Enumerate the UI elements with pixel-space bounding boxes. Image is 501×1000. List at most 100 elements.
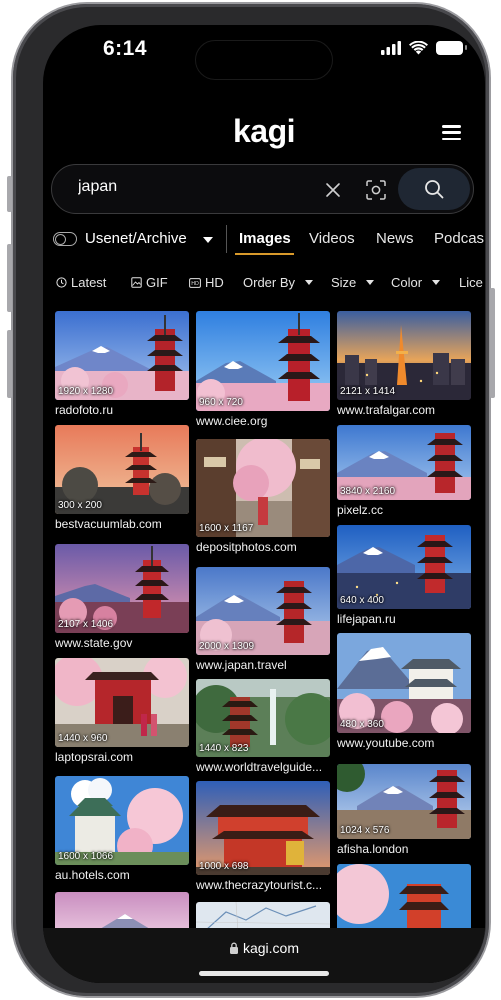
image-thumbnail: 1024 x 576	[337, 764, 471, 839]
pagoda-blossom-image	[337, 864, 471, 928]
chevron-down-icon	[366, 280, 375, 285]
image-thumbnail: 480 x 360	[337, 633, 471, 733]
image-dimensions: 480 x 360	[340, 719, 384, 730]
image-result[interactable]: 300 x 200 bestvacuumlab.com	[55, 425, 189, 531]
filter-license[interactable]: Lice	[459, 275, 483, 290]
filter-order-by[interactable]: Order By	[243, 275, 314, 290]
image-dimensions: 3840 x 2160	[340, 486, 396, 497]
image-source: www.ciee.org	[196, 414, 268, 428]
image-result[interactable]: 2121 x 1414 www.trafalgar.com	[337, 311, 471, 417]
chevron-down-icon	[305, 280, 314, 285]
image-result[interactable]: 2107 x 1406 www.state.gov	[55, 544, 189, 650]
image-thumbnail: 1000 x 698	[196, 781, 330, 875]
image-source: www.state.gov	[55, 636, 133, 650]
chevron-down-icon	[432, 280, 441, 285]
wifi-icon	[409, 41, 428, 55]
image-dimensions: 1024 x 576	[340, 825, 390, 836]
volume-up-button	[7, 244, 12, 312]
himeji-castle-image	[337, 633, 471, 733]
search-input[interactable]	[78, 178, 298, 196]
image-dimensions: 1440 x 823	[199, 743, 249, 754]
image-source: radofoto.ru	[55, 403, 114, 417]
tab-images[interactable]: Images	[239, 230, 291, 247]
image-result[interactable]: 1440 x 960 laptopsrai.com	[55, 658, 189, 764]
usenet-archive-dropdown[interactable]: Usenet/Archive	[85, 230, 187, 247]
clear-icon[interactable]	[324, 181, 342, 199]
image-result[interactable]: 1440 x 823 www.worldtravelguide...	[196, 679, 330, 774]
filter-size[interactable]: Size	[331, 275, 375, 290]
image-result[interactable]: 640 x 400 lifejapan.ru	[337, 525, 471, 626]
volume-down-button	[7, 330, 12, 398]
hd-icon: HD	[189, 277, 201, 288]
filter-gif-label: GIF	[146, 275, 168, 290]
image-source: lifejapan.ru	[337, 612, 396, 626]
clock-icon	[56, 277, 67, 288]
status-icons	[381, 41, 467, 55]
image-result[interactable]: 1024 x 576 afisha.london	[337, 764, 471, 856]
image-dimensions: 1600 x 1167	[199, 523, 254, 534]
image-search-icon[interactable]	[366, 180, 386, 200]
image-result[interactable]: 480 x 360 www.youtube.com	[337, 633, 471, 750]
home-indicator[interactable]	[199, 971, 329, 976]
tab-podcasts[interactable]: Podcas	[434, 230, 484, 247]
image-result[interactable]: 1600 x 1167 depositphotos.com	[196, 439, 330, 554]
image-thumbnail: 1600 x 1167	[196, 439, 330, 537]
fuji-sky-image	[55, 892, 189, 928]
image-dimensions: 2000 x 1309	[199, 641, 255, 652]
gif-icon	[131, 277, 142, 288]
image-result[interactable]	[337, 864, 471, 928]
fuji-pagoda-image	[196, 311, 330, 411]
image-result[interactable]	[55, 892, 189, 928]
search-button[interactable]	[398, 168, 470, 210]
tab-news[interactable]: News	[376, 230, 414, 247]
filter-order-by-label: Order By	[243, 275, 296, 290]
image-result[interactable]: 1920 x 1280 radofoto.ru	[55, 311, 189, 417]
image-dimensions: 2107 x 1406	[58, 619, 114, 630]
hamburger-menu-icon[interactable]	[442, 125, 461, 140]
dynamic-island	[195, 40, 333, 80]
tab-videos[interactable]: Videos	[309, 230, 355, 247]
image-thumbnail: 640 x 400	[337, 525, 471, 609]
image-dimensions: 960 x 720	[199, 397, 243, 408]
filter-latest-label: Latest	[71, 275, 107, 290]
battery-icon	[436, 41, 467, 55]
action-button	[7, 176, 12, 212]
image-thumbnail: 2000 x 1309	[196, 567, 330, 655]
image-dimensions: 640 x 400	[340, 595, 384, 606]
image-thumbnail: 2121 x 1414	[337, 311, 471, 400]
image-source: pixelz.cc	[337, 503, 384, 517]
kagi-logo[interactable]: kagi	[43, 113, 485, 150]
tab-divider	[226, 225, 227, 253]
image-result[interactable]: 2000 x 1309 www.japan.travel	[196, 567, 330, 672]
kagi-app: kagi japan Usenet/Archive Images Videos …	[43, 93, 485, 928]
screen: 6:14 kagi japan Usenet/Archive Images Vi…	[43, 25, 485, 983]
browser-address-bar[interactable]: kagi.com	[43, 928, 485, 983]
image-source: www.trafalgar.com	[337, 403, 436, 417]
image-source: depositphotos.com	[196, 540, 297, 554]
image-thumbnail	[55, 892, 189, 928]
usenet-toggle[interactable]	[53, 232, 77, 246]
image-result[interactable]	[196, 902, 330, 928]
image-source: www.worldtravelguide...	[196, 760, 323, 774]
image-dimensions: 2121 x 1414	[340, 386, 396, 397]
url-display[interactable]: kagi.com	[43, 940, 485, 956]
image-source: www.youtube.com	[337, 736, 435, 750]
image-thumbnail	[196, 902, 330, 928]
filter-gif[interactable]: GIF	[131, 275, 168, 290]
filter-color[interactable]: Color	[391, 275, 441, 290]
active-tab-indicator	[235, 253, 294, 255]
chevron-down-icon[interactable]	[203, 237, 213, 243]
image-source: bestvacuumlab.com	[55, 517, 162, 531]
search-tabs: Usenet/Archive Images Videos News Podcas	[43, 225, 485, 259]
image-result[interactable]: 960 x 720 www.ciee.org	[196, 311, 330, 428]
filter-latest[interactable]: Latest	[56, 275, 106, 290]
image-thumbnail: 3840 x 2160	[337, 425, 471, 500]
filter-hd[interactable]: HD HD	[189, 275, 224, 290]
signal-icon	[381, 41, 401, 55]
image-result[interactable]: 1000 x 698 www.thecrazytourist.c...	[196, 781, 330, 892]
image-thumbnail: 1920 x 1280	[55, 311, 189, 400]
image-source: www.thecrazytourist.c...	[196, 878, 323, 892]
power-button	[490, 288, 495, 398]
image-result[interactable]: 3840 x 2160 pixelz.cc	[337, 425, 471, 517]
image-result[interactable]: 1600 x 1066 au.hotels.com	[55, 776, 189, 882]
